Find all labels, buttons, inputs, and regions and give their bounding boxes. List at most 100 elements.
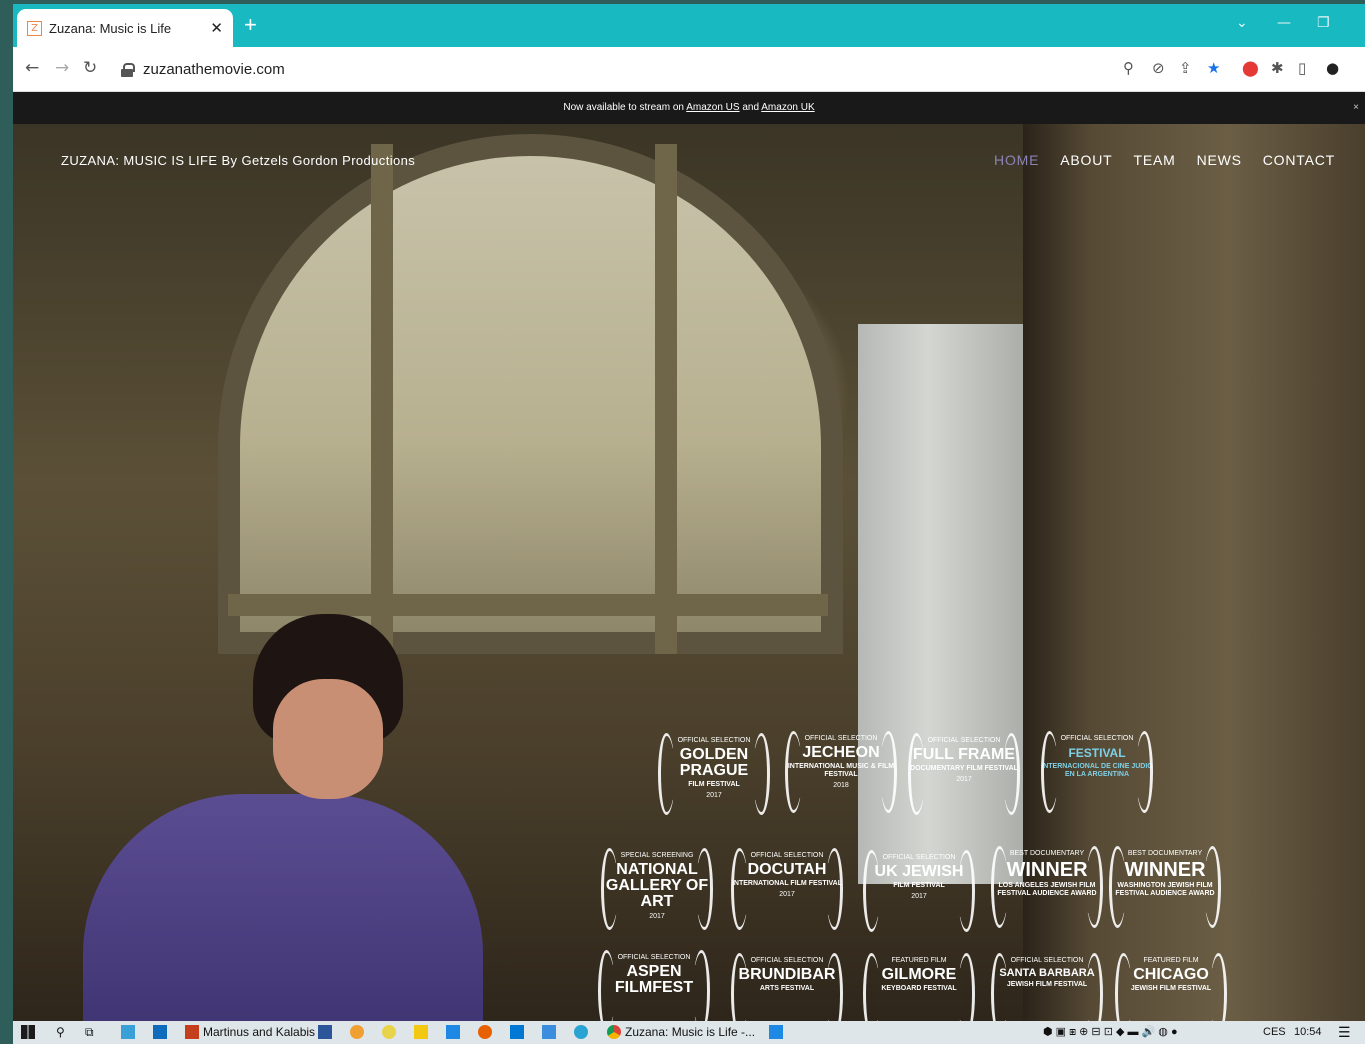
web-page: Now available to stream on Amazon US and… (13, 92, 1365, 1021)
sidepanel-icon[interactable]: ▯ (1298, 59, 1306, 77)
outlook-icon[interactable] (153, 1025, 167, 1039)
powerpoint-icon[interactable] (185, 1025, 199, 1039)
app-icon[interactable] (574, 1025, 588, 1039)
app-icon[interactable] (446, 1025, 460, 1039)
reload-icon[interactable]: ↻ (83, 58, 97, 78)
laurel-santa-barbara: OFFICIAL SELECTION SANTA BARBARA JEWISH … (991, 949, 1103, 1021)
laurel-title: DOCUTAH (747, 861, 827, 878)
zoom-icon[interactable]: ⚲ (1123, 59, 1134, 77)
laurel-chicago: FEATURED FILM CHICAGO JEWISH FILM FESTIV… (1115, 949, 1227, 1021)
laurel-uk-jewish: OFFICIAL SELECTION UK JEWISH FILM FESTIV… (863, 846, 975, 932)
app-icon[interactable] (350, 1025, 364, 1039)
clock[interactable]: 10:54 (1294, 1021, 1322, 1044)
extensions-icon[interactable]: ✱ (1271, 59, 1284, 77)
word-icon[interactable] (318, 1025, 332, 1039)
announcement-bar: Now available to stream on Amazon US and… (13, 92, 1365, 124)
laurel-docutah: OFFICIAL SELECTION DOCUTAH INTERNATIONAL… (731, 844, 843, 930)
laurel-title: FULL FRAME (913, 746, 1015, 763)
browser-window: Z Zuzana: Music is Life ✕ + ⌄ — ❐ ← → ↻ … (13, 4, 1365, 1021)
laurel-subtitle: KEYBOARD FESTIVAL (881, 985, 957, 992)
language-indicator[interactable]: CES (1263, 1021, 1286, 1044)
tab-strip: Z Zuzana: Music is Life ✕ + ⌄ — ❐ (13, 4, 1365, 47)
system-tray-icons[interactable]: ⬢ ▣ ⧆ ⊕ ⊟ ⊡ ◆ ▬ 🔊 ◍ ● (1043, 1021, 1178, 1044)
laurel-label: BEST DOCUMENTARY (1009, 850, 1085, 857)
laurel-subtitle: INTERNACIONAL DE CINE JUDIO EN LA ARGENT… (1041, 763, 1153, 778)
laurel-gilmore: FEATURED FILM GILMORE KEYBOARD FESTIVAL (863, 949, 975, 1021)
laurel-subtitle: LOS ANGELES JEWISH FILM FESTIVAL AUDIENC… (997, 882, 1097, 897)
laurel-label: OFFICIAL SELECTION (750, 852, 824, 859)
laurel-winner-washington: BEST DOCUMENTARY WINNER WASHINGTON JEWIS… (1109, 842, 1221, 928)
amazon-uk-link[interactable]: Amazon UK (761, 102, 814, 113)
url-field[interactable]: zuzanathemovie.com (113, 53, 1113, 86)
notification-icon[interactable]: ☰ (1338, 1021, 1351, 1044)
app-icon[interactable] (510, 1025, 524, 1039)
back-icon[interactable]: ← (25, 58, 39, 78)
profile-avatar-icon[interactable]: ● (1326, 59, 1339, 77)
new-tab-button[interactable]: + (244, 14, 257, 36)
laurel-subtitle: FILM FESTIVAL (893, 882, 945, 889)
url-text: zuzanathemovie.com (143, 61, 285, 78)
laurel-year: 2017 (956, 776, 972, 783)
laurel-jecheon: OFFICIAL SELECTION JECHEON INTERNATIONAL… (785, 727, 897, 813)
laurel-label: OFFICIAL SELECTION (617, 954, 691, 961)
restore-button[interactable]: ❐ (1317, 15, 1330, 31)
laurel-subtitle: ARTS FESTIVAL (759, 985, 815, 992)
chrome-icon[interactable] (607, 1025, 621, 1039)
laurel-national-gallery: SPECIAL SCREENING NATIONAL GALLERY OF AR… (601, 844, 713, 930)
taskbar-item-powerpoint[interactable]: Martinus and Kalabis ... (203, 1021, 328, 1044)
windows-start-icon[interactable] (21, 1025, 35, 1039)
laurel-label: OFFICIAL SELECTION (1010, 957, 1084, 964)
laurel-subtitle: FILM FESTIVAL (688, 781, 740, 788)
taskbar-item-chrome[interactable]: Zuzana: Music is Life -... (625, 1021, 755, 1044)
task-view-icon[interactable]: ⧉ (85, 1021, 94, 1044)
laurel-label: OFFICIAL SELECTION (677, 737, 751, 744)
laurel-winner-la: BEST DOCUMENTARY WINNER LOS ANGELES JEWI… (991, 842, 1103, 928)
laurel-title: ASPEN FILMFEST (614, 963, 694, 996)
laurel-title: SANTA BARBARA (999, 967, 1095, 979)
file-explorer-icon[interactable] (414, 1025, 428, 1039)
amazon-us-link[interactable]: Amazon US (686, 102, 739, 113)
laurel-label: OFFICIAL SELECTION (927, 737, 1001, 744)
firefox-icon[interactable] (478, 1025, 492, 1039)
laurel-title: NATIONAL GALLERY OF ART (605, 861, 709, 910)
lock-icon[interactable] (121, 62, 135, 77)
laurel-label: FEATURED FILM (891, 957, 947, 964)
laurel-subtitle: WASHINGTON JEWISH FILM FESTIVAL AUDIENCE… (1115, 882, 1215, 897)
app-icon[interactable] (382, 1025, 396, 1039)
app-icon[interactable] (769, 1025, 783, 1039)
laurel-title: WINNER (1124, 859, 1206, 881)
laurel-cine-judio: OFFICIAL SELECTION FESTIVAL INTERNACIONA… (1041, 727, 1153, 813)
announcement-close-button[interactable]: × (1353, 92, 1359, 124)
share-icon[interactable]: ⇪ (1179, 59, 1192, 77)
laurel-subtitle: INTERNATIONAL FILM FESTIVAL (731, 880, 843, 887)
announcement-text: Now available to stream on (563, 102, 687, 113)
laurel-subtitle: INTERNATIONAL MUSIC & FILM FESTIVAL (787, 763, 895, 778)
windows-taskbar: ⚲ ⧉ Martinus and Kalabis ... Zuzana: Mus… (13, 1021, 1365, 1044)
tab-search-icon[interactable]: ⌄ (1236, 15, 1248, 31)
browser-tab[interactable]: Z Zuzana: Music is Life ✕ (17, 9, 233, 47)
forward-icon[interactable]: → (55, 58, 69, 78)
laurel-title: BRUNDIBAR (738, 966, 836, 983)
laurel-golden-prague: OFFICIAL SELECTION GOLDEN PRAGUE FILM FE… (658, 729, 770, 815)
tracking-icon[interactable]: ⊘ (1152, 59, 1165, 77)
search-icon[interactable]: ⚲ (56, 1021, 65, 1044)
laurel-subtitle: JEWISH FILM FESTIVAL (1006, 981, 1088, 988)
laurel-title: CHICAGO (1133, 966, 1209, 983)
laurel-title: GILMORE (881, 966, 957, 983)
laurel-title: UK JEWISH (874, 863, 964, 880)
laurel-label: OFFICIAL SELECTION (804, 735, 878, 742)
laurel-label: OFFICIAL SELECTION (750, 957, 824, 964)
app-icon[interactable] (121, 1025, 135, 1039)
minimize-button[interactable]: — (1277, 15, 1291, 31)
app-icon[interactable] (542, 1025, 556, 1039)
site-favicon-icon: Z (27, 20, 42, 36)
laurel-label: SPECIAL SCREENING (620, 852, 694, 859)
bookmark-star-icon[interactable]: ★ (1207, 59, 1220, 77)
tab-close-icon[interactable]: ✕ (210, 19, 223, 37)
festival-laurels: OFFICIAL SELECTION GOLDEN PRAGUE FILM FE… (13, 124, 1365, 1021)
address-bar: ← → ↻ zuzanathemovie.com ⚲ ⊘ ⇪ ★ ⬤ ✱ ▯ ● (13, 47, 1365, 92)
laurel-year: 2017 (649, 913, 665, 920)
laurel-title: WINNER (1006, 859, 1088, 881)
laurel-year: 2018 (833, 782, 849, 789)
adblock-icon[interactable]: ⬤ (1242, 59, 1259, 77)
